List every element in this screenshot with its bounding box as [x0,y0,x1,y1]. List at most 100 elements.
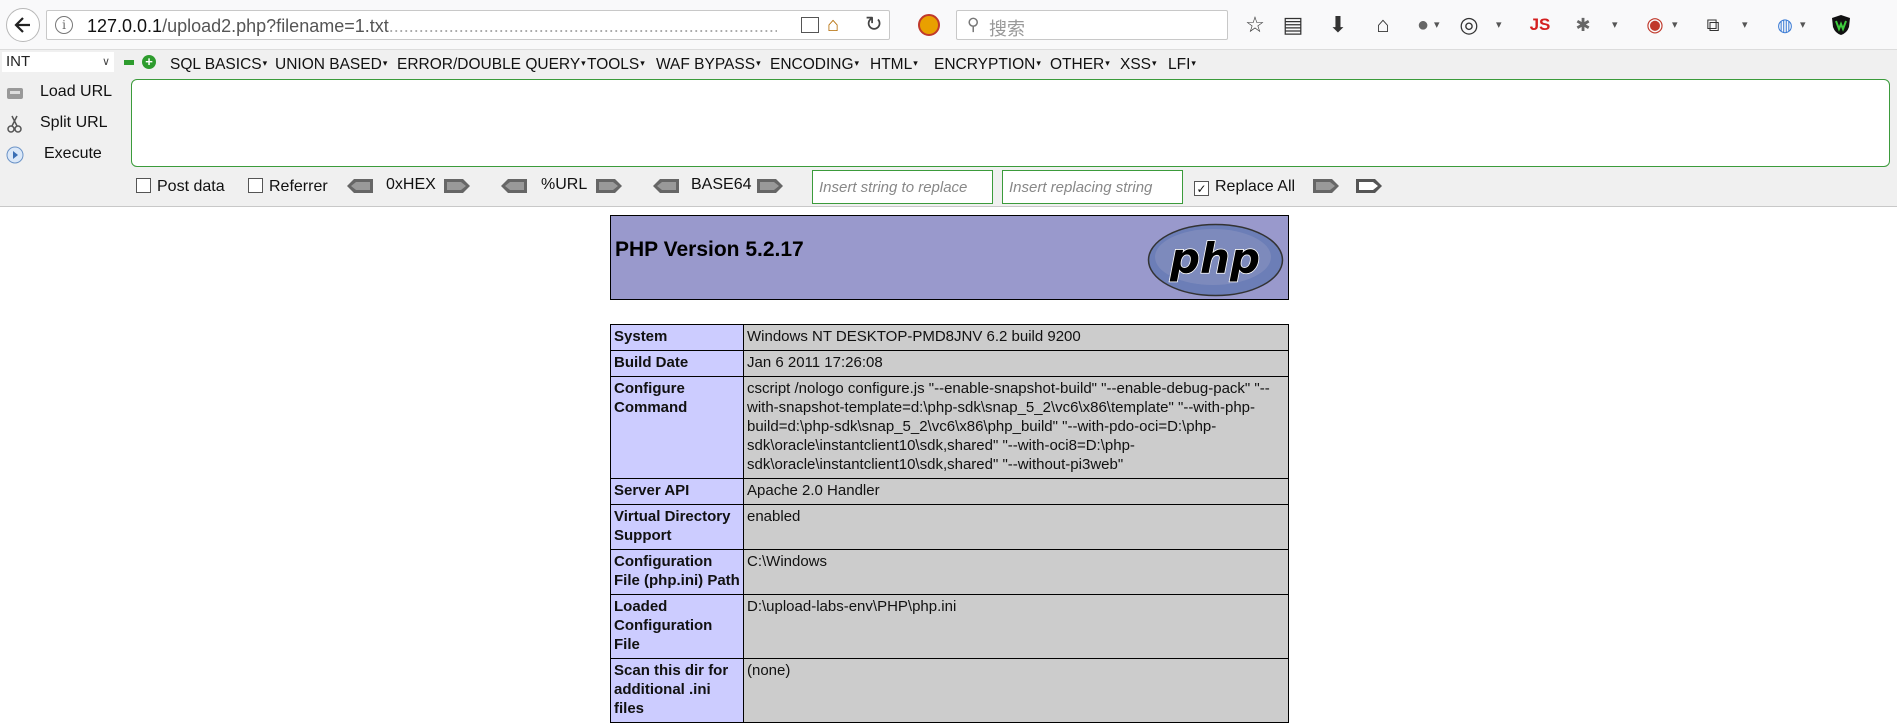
scissors-icon [7,115,22,133]
menu-encoding[interactable]: ENCODING▾ [770,52,859,76]
row-key: Configure Command [610,376,744,479]
hex-decode-arrow-icon[interactable] [346,178,374,194]
checkbox-checked-icon: ✓ [1194,181,1209,196]
proxy-dropdown[interactable]: ▾ [1800,13,1806,37]
palette-dropdown[interactable]: ▾ [1496,13,1502,37]
row-value: D:\upload-labs-env\PHP\php.ini [743,594,1289,659]
execute-button[interactable]: Execute [0,142,128,168]
menu-label: XSS [1120,56,1152,73]
palette-icon[interactable]: ◎ [1454,10,1484,40]
table-row: Configure Command cscript /nologo configu… [610,376,1289,479]
home-page-icon[interactable]: ⌂ [827,15,839,35]
hackbar-dropdown[interactable]: ▾ [1672,13,1678,37]
checkbox-box [136,178,151,193]
injection-type-select[interactable]: INT ∨ [2,52,114,72]
search-box[interactable]: ⚲ 搜索 [956,10,1228,40]
row-value: (none) [743,658,1289,723]
url-host: 127.0.0.1 [87,16,163,36]
hackbar-icon[interactable]: ◉ [1640,10,1670,40]
row-value: Jan 6 2011 17:26:08 [743,350,1289,377]
library-icon[interactable]: ▤ [1278,10,1308,40]
bug-icon[interactable]: ✱ [1568,10,1598,40]
referrer-checkbox[interactable]: Referrer [248,178,328,196]
site-info-icon[interactable]: i [55,16,73,34]
row-key: Scan this dir for additional .ini files [610,658,744,723]
menu-xss[interactable]: XSS▾ [1120,52,1157,76]
share-dropdown[interactable]: ▾ [1742,13,1748,37]
home-icon[interactable]: ⌂ [1368,10,1398,40]
menu-error-double-query[interactable]: ERROR/DOUBLE QUERY▾ [397,52,586,76]
chevron-down-icon: ∨ [101,56,110,68]
bookmark-star-icon[interactable]: ☆ [1240,10,1270,40]
increase-icon[interactable]: + [142,55,156,69]
share-icon[interactable]: ⧉ [1698,10,1728,40]
menu-tools[interactable]: TOOLS▾ [587,52,645,76]
row-key: System [610,324,744,351]
menu-label: SQL BASICS [170,56,262,73]
replace-arrow-icon[interactable] [1312,178,1340,194]
phpinfo-header: PHP Version 5.2.17 php [610,215,1289,300]
search-icon: ⚲ [967,15,980,34]
php-logo[interactable]: php [1147,223,1284,297]
base64-label: BASE64 [691,176,752,193]
back-button[interactable] [6,8,40,42]
decrease-icon[interactable] [124,60,134,65]
shield-icon[interactable] [1826,10,1856,40]
table-row: Configuration File (php.ini) Path C:\Wind… [610,549,1289,595]
url-text[interactable]: 127.0.0.1/upload2.php?filename=1.txt....… [87,16,777,37]
hex-label: 0xHEX [386,176,436,193]
row-value: cscript /nologo configure.js "--enable-s… [743,376,1289,479]
url-textarea[interactable] [131,79,1890,167]
download-icon[interactable]: ⬇ [1323,10,1353,40]
injection-type-value: INT [6,53,31,70]
url-decode-arrow-icon[interactable] [500,178,528,194]
back-arrow-icon [14,17,30,33]
menu-label: TOOLS [587,56,640,73]
menu-waf-bypass[interactable]: WAF BYPASS▾ [656,52,761,76]
play-icon [6,146,24,164]
phpinfo-table: System Windows NT DESKTOP-PMD8JNV 6.2 bui… [610,324,1289,723]
script-blocker-icon[interactable] [918,14,940,36]
url-encode-arrow-icon[interactable] [595,178,623,194]
menu-lfi[interactable]: LFI▾ [1168,52,1196,76]
base64-decode-arrow-icon[interactable] [652,178,680,194]
row-value: Apache 2.0 Handler [743,478,1289,505]
bug-dropdown[interactable]: ▾ [1612,13,1618,37]
menu-label: ERROR/DOUBLE QUERY [397,56,581,73]
menu-other[interactable]: OTHER▾ [1050,52,1110,76]
menu-sql-basics[interactable]: SQL BASICS▾ [170,52,267,76]
row-key: Build Date [610,350,744,377]
post-data-label: Post data [157,178,225,195]
load-url-button[interactable]: Load URL [0,80,128,106]
shield-glyph [1832,15,1850,35]
row-value: enabled [743,504,1289,550]
proxy-icon[interactable]: ◍ [1770,10,1800,40]
row-value: Windows NT DESKTOP-PMD8JNV 6.2 build 920… [743,324,1289,351]
address-bar[interactable]: i 127.0.0.1/upload2.php?filename=1.txt..… [46,10,890,40]
php-logo-text: php [1169,234,1260,283]
table-row: Build Date Jan 6 2011 17:26:08 [610,350,1289,377]
js-toggle-icon[interactable]: JS [1525,10,1555,40]
referrer-label: Referrer [269,178,328,195]
base64-encode-arrow-icon[interactable] [756,178,784,194]
page-title: PHP Version 5.2.17 [615,238,804,261]
reload-icon[interactable]: ↻ [865,14,883,36]
replace-string-input[interactable]: Insert string to replace [812,170,993,204]
replace-all-checkbox[interactable]: ✓ Replace All [1194,178,1295,196]
row-key: Virtual Directory Support [610,504,744,550]
load-url-label: Load URL [40,83,113,100]
post-data-checkbox[interactable]: Post data [136,178,225,196]
menu-encryption[interactable]: ENCRYPTION▾ [934,52,1041,76]
table-row: Scan this dir for additional .ini files(… [610,658,1289,723]
menu-union-based[interactable]: UNION BASED▾ [275,52,387,76]
globe-addon-dropdown[interactable]: ▾ [1434,13,1440,37]
replacing-string-input[interactable]: Insert replacing string [1002,170,1183,204]
hex-encode-arrow-icon[interactable] [443,178,471,194]
split-url-button[interactable]: Split URL [0,111,128,137]
execute-label: Execute [44,145,102,162]
menu-html[interactable]: HTML▾ [870,52,918,76]
reader-view-icon[interactable] [801,17,819,33]
menu-label: HTML [870,56,913,73]
replace-all-arrow-icon[interactable] [1355,178,1383,194]
row-value: C:\Windows [743,549,1289,595]
